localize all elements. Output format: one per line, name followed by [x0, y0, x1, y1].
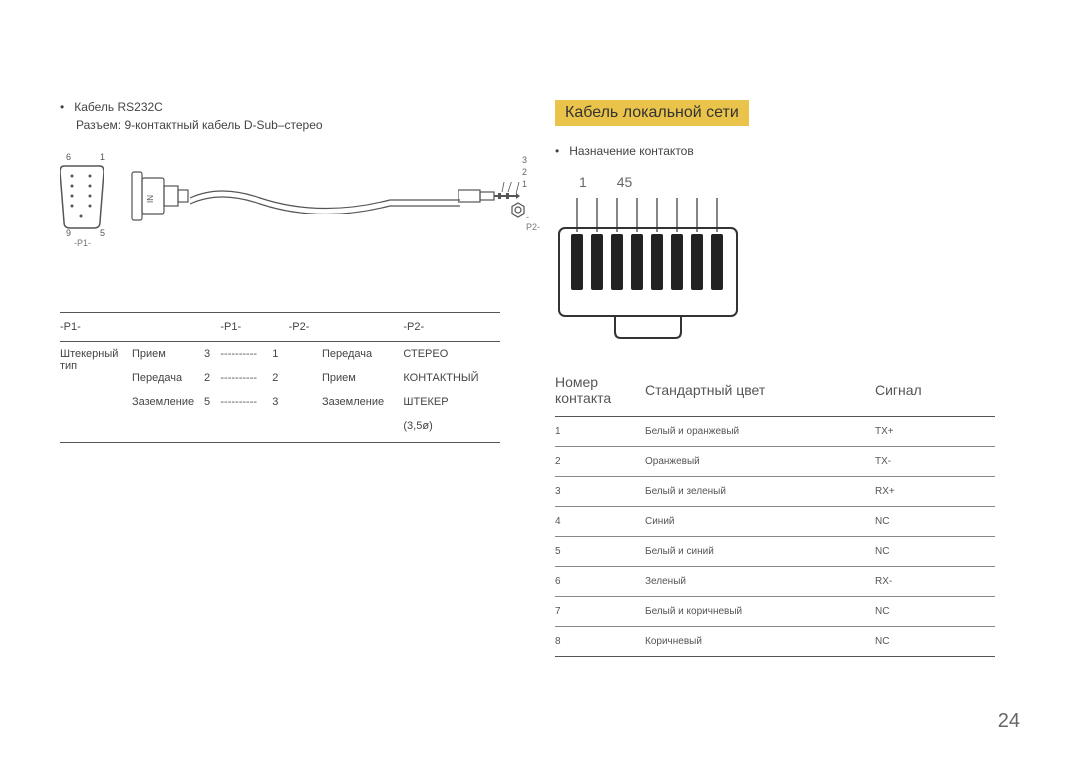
hdr-p2a: -P2-	[289, 313, 322, 342]
cable-line-icon	[190, 188, 460, 204]
rj45-label-1: 1	[579, 174, 587, 190]
table-header-row: -P1- -P1- -P2- -P2-	[60, 313, 500, 342]
page-number: 24	[998, 710, 1020, 733]
table-row: Штекерный тип Прием 3 ---------- 1 Перед…	[60, 342, 500, 367]
table-row: 8КоричневыйNC	[555, 627, 995, 657]
rs232-pin-table: -P1- -P1- -P2- -P2- Штекерный тип Прием …	[60, 312, 500, 443]
rj45-diagram: 1 45	[555, 174, 775, 344]
rj45-label-45: 45	[617, 174, 633, 190]
cable-diagram: 6 1 9 5 -P1- IN	[60, 152, 480, 282]
lan-header-row: Номер контакта Стандартный цвет Сигнал	[555, 368, 995, 417]
plug-label-3: 3	[522, 154, 527, 166]
dsub-pin-6: 6	[66, 152, 71, 162]
rs232-sub: Разъем: 9-контактный кабель D-Sub–стерео	[76, 118, 505, 132]
hex-nut-icon	[510, 202, 526, 223]
rowhead-label: Штекерный тип	[60, 342, 132, 443]
lan-bullet: Назначение контактов	[555, 144, 1000, 158]
hdr-p1a: -P1-	[60, 313, 132, 342]
table-row: 7Белый и коричневыйNC	[555, 597, 995, 627]
dsub-pin-5: 5	[100, 228, 105, 238]
hdr-p2b: -P2-	[403, 313, 500, 342]
dsub-pin-1: 1	[100, 152, 105, 162]
dsub-pin-9: 9	[66, 228, 71, 238]
table-row: 5Белый и синийNC	[555, 537, 995, 567]
right-column: Кабель локальной сети Назначение контакт…	[555, 100, 1000, 723]
table-row: 2ОранжевыйTX-	[555, 447, 995, 477]
lan-hdr-pin: Номер контакта	[555, 368, 645, 417]
hdr-p1b: -P1-	[220, 313, 272, 342]
p1-label: -P1-	[74, 238, 91, 248]
plug-label-2: 2	[522, 166, 527, 178]
table-row: 1Белый и оранжевыйTX+	[555, 417, 995, 447]
svg-text:IN: IN	[146, 195, 155, 203]
rj45-top-labels: 1 45	[571, 174, 632, 190]
p2-label: -P2-	[526, 212, 540, 232]
rs232-bullet: Кабель RS232C	[60, 100, 505, 114]
table-row: 3Белый и зеленыйRX+	[555, 477, 995, 507]
dsub-face-icon	[60, 162, 104, 238]
lan-hdr-color: Стандартный цвет	[645, 368, 875, 417]
rj45-connector-icon	[555, 198, 745, 351]
table-row: 6ЗеленыйRX-	[555, 567, 995, 597]
left-column: Кабель RS232C Разъем: 9-контактный кабел…	[60, 100, 505, 723]
plug-pin-labels: 3 2 1	[522, 154, 527, 190]
plug-label-1: 1	[522, 178, 527, 190]
lan-title: Кабель локальной сети	[555, 100, 749, 126]
dsub-side-icon: IN	[130, 170, 190, 227]
lan-pin-table: Номер контакта Стандартный цвет Сигнал 1…	[555, 368, 995, 657]
table-row: 4СинийNC	[555, 507, 995, 537]
lan-hdr-signal: Сигнал	[875, 368, 995, 417]
